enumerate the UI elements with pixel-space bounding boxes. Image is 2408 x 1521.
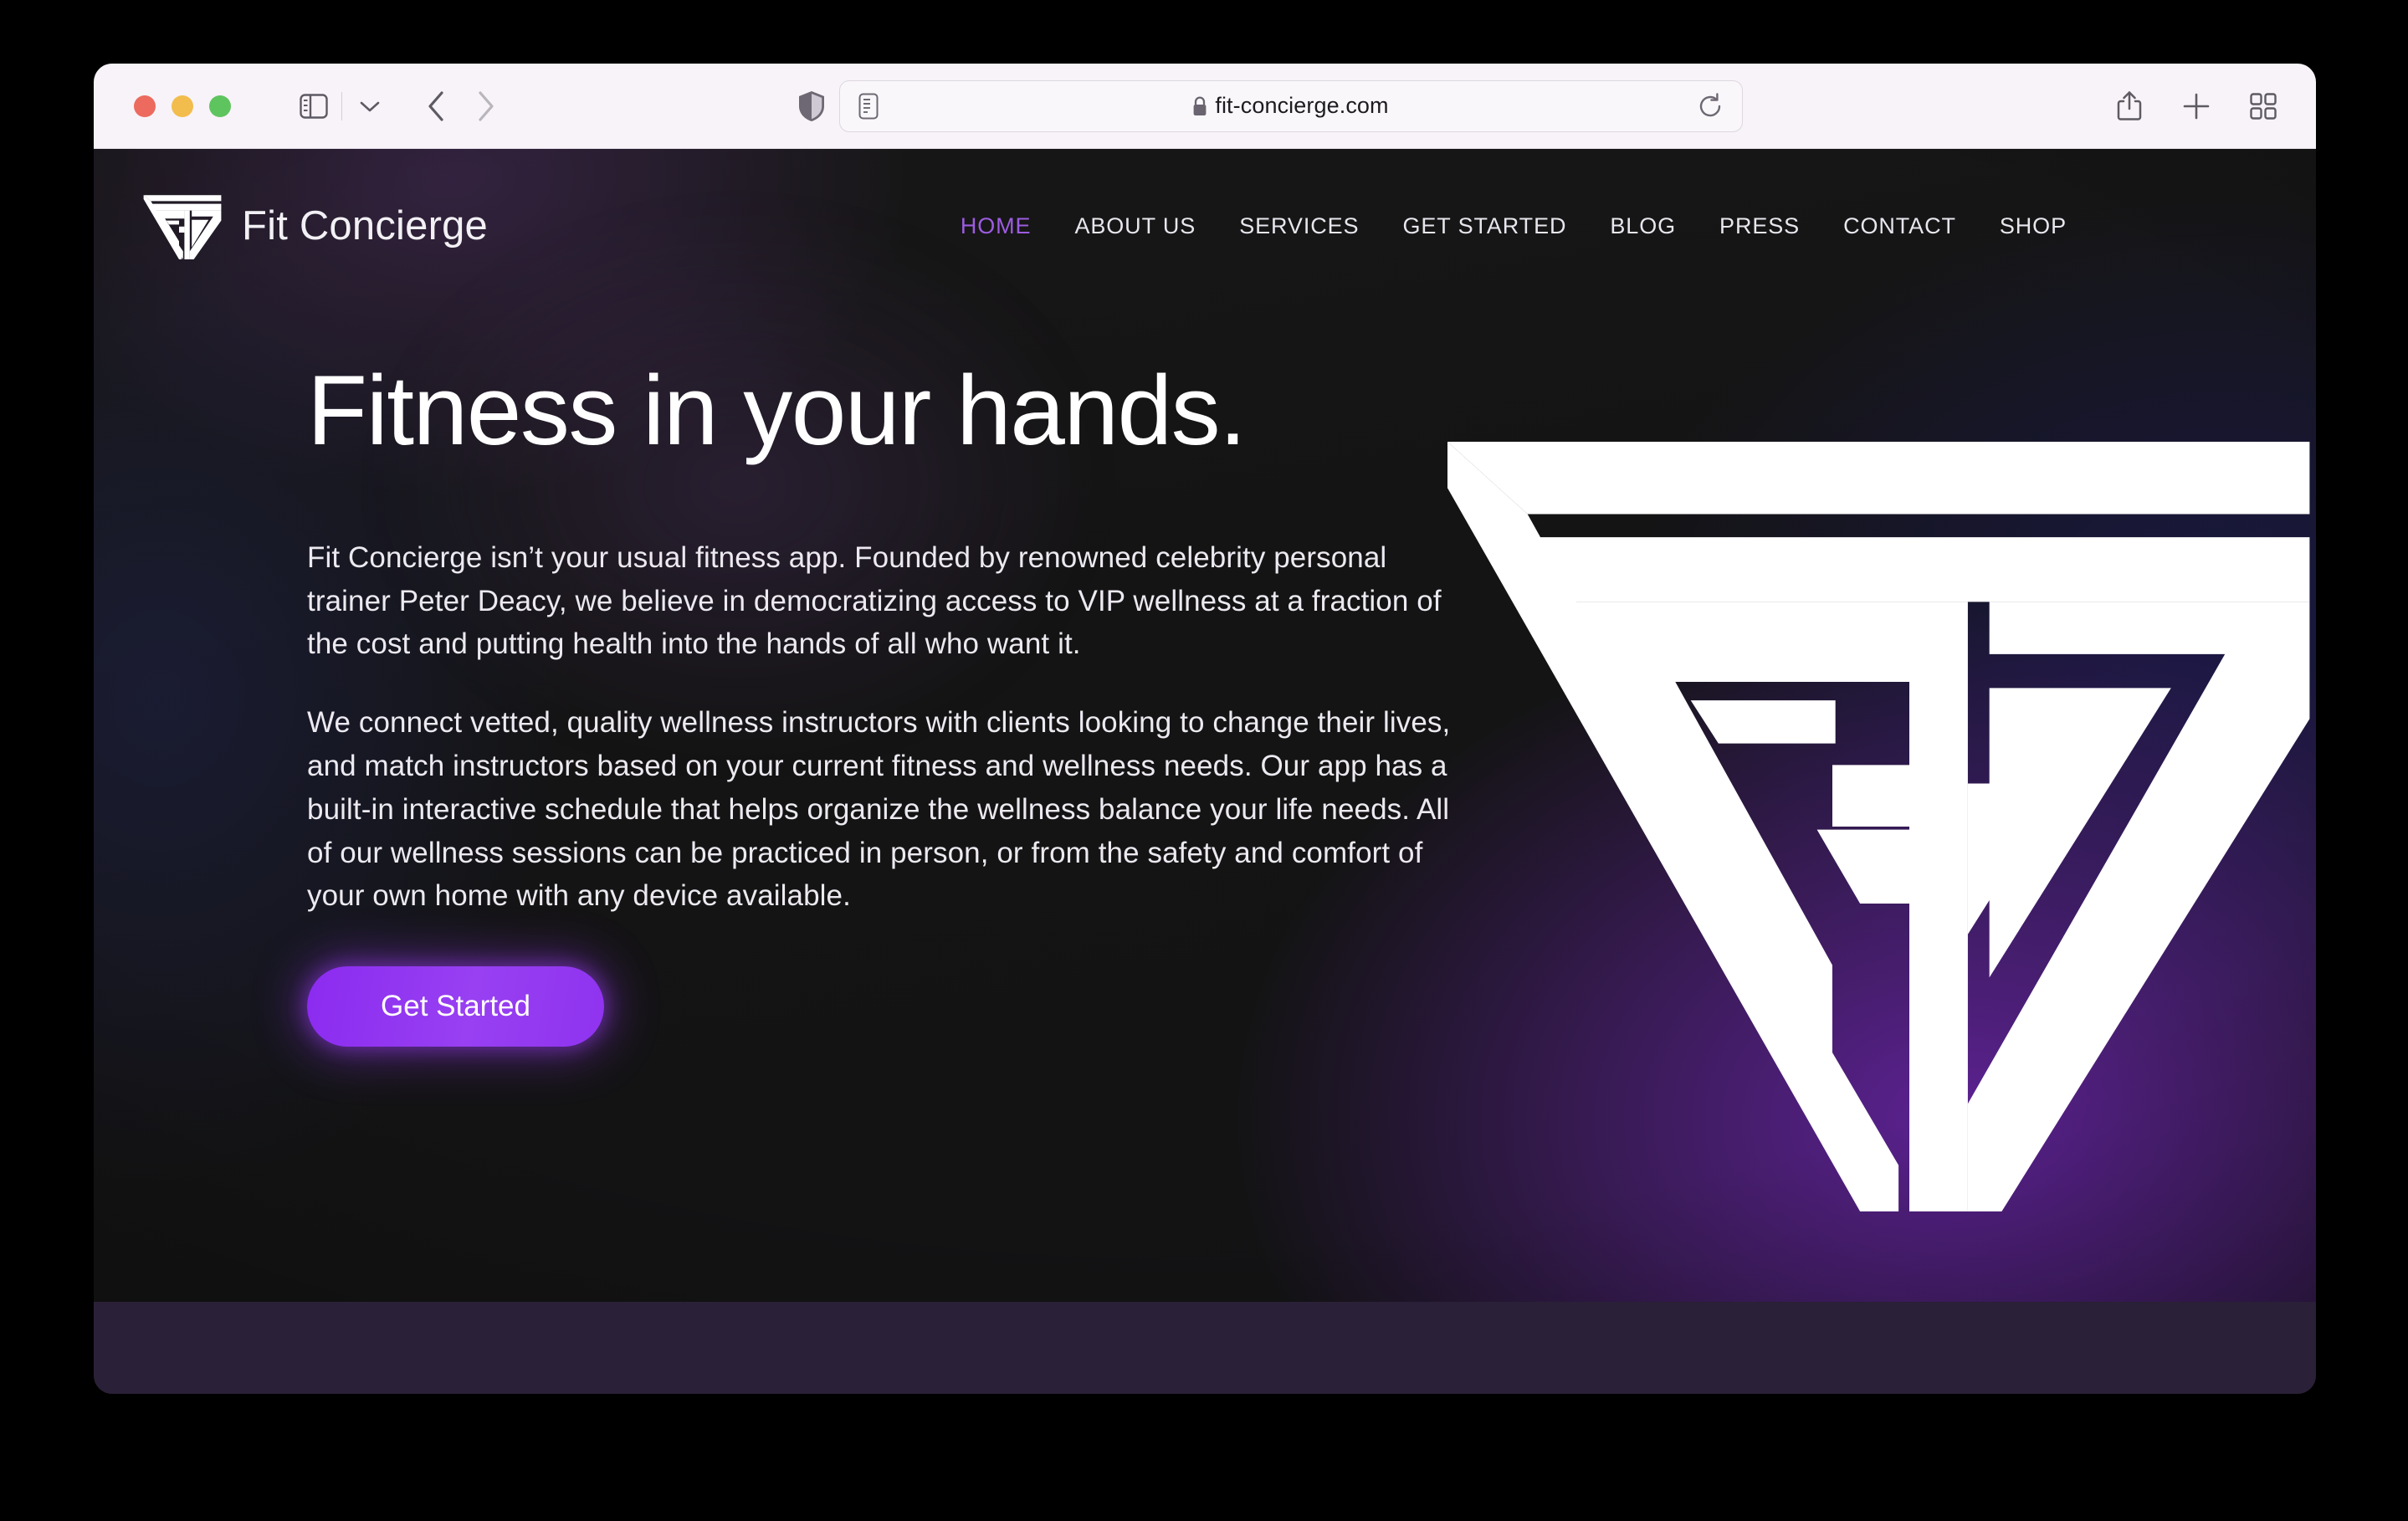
url-text: fit-concierge.com <box>1215 93 1389 118</box>
url-display: fit-concierge.com <box>840 93 1742 119</box>
maximize-button[interactable] <box>209 95 231 117</box>
nav-item-press[interactable]: PRESS <box>1719 213 1800 239</box>
bottom-band <box>94 1302 2316 1394</box>
nav-item-get-started[interactable]: GET STARTED <box>1402 213 1566 239</box>
main-navigation: HOME ABOUT US SERVICES GET STARTED BLOG … <box>961 213 2067 239</box>
browser-toolbar: fit-concierge.com <box>94 64 2316 149</box>
reload-icon[interactable] <box>1698 92 1724 120</box>
close-button[interactable] <box>134 95 156 117</box>
url-bar[interactable]: fit-concierge.com <box>838 79 1743 132</box>
brand-name: Fit Concierge <box>242 203 488 248</box>
fit-concierge-triangle-logo <box>143 195 222 259</box>
lock-icon <box>1192 96 1207 116</box>
sidebar-icon[interactable] <box>289 82 338 131</box>
toolbar-actions <box>2105 82 2288 131</box>
site-header: Fit Concierge HOME ABOUT US SERVICES GET… <box>94 149 2316 259</box>
cta-container: Get Started <box>307 966 1518 1047</box>
reader-view-icon[interactable] <box>858 93 879 120</box>
minimize-button[interactable] <box>172 95 193 117</box>
tab-overview-icon[interactable] <box>2239 82 2288 131</box>
nav-item-about-us[interactable]: ABOUT US <box>1074 213 1196 239</box>
toolbar-divider <box>341 91 342 120</box>
plus-icon[interactable] <box>2172 82 2221 131</box>
browser-window: fit-concierge.com Fit Concierge HOME ABO… <box>94 64 2316 1394</box>
share-icon[interactable] <box>2105 82 2154 131</box>
nav-item-blog[interactable]: BLOG <box>1610 213 1676 239</box>
hero-title: Fitness in your hands. <box>307 356 1247 466</box>
navigation-controls <box>289 82 510 131</box>
hero-paragraph-2: We connect vetted, quality wellness inst… <box>307 706 1451 913</box>
brand[interactable]: Fit Concierge <box>142 192 488 259</box>
get-started-button[interactable]: Get Started <box>307 966 604 1047</box>
back-arrow-icon[interactable] <box>412 82 461 131</box>
forward-arrow-icon[interactable] <box>461 82 510 131</box>
privacy-shield-icon[interactable] <box>797 90 826 122</box>
nav-item-home[interactable]: HOME <box>961 213 1032 239</box>
chevron-down-icon[interactable] <box>346 82 394 131</box>
webpage-content: Fit Concierge HOME ABOUT US SERVICES GET… <box>94 149 2316 1394</box>
nav-item-services[interactable]: SERVICES <box>1239 213 1359 239</box>
nav-item-contact[interactable]: CONTACT <box>1843 213 1956 239</box>
hero-paragraph-1: Fit Concierge isn’t your usual fitness a… <box>307 540 1442 661</box>
address-bar-region: fit-concierge.com <box>510 79 2072 132</box>
hero-section: Fitness in your hands. Fit Concierge isn… <box>94 259 1566 1047</box>
nav-item-shop[interactable]: SHOP <box>2000 213 2067 239</box>
window-controls <box>134 95 231 117</box>
